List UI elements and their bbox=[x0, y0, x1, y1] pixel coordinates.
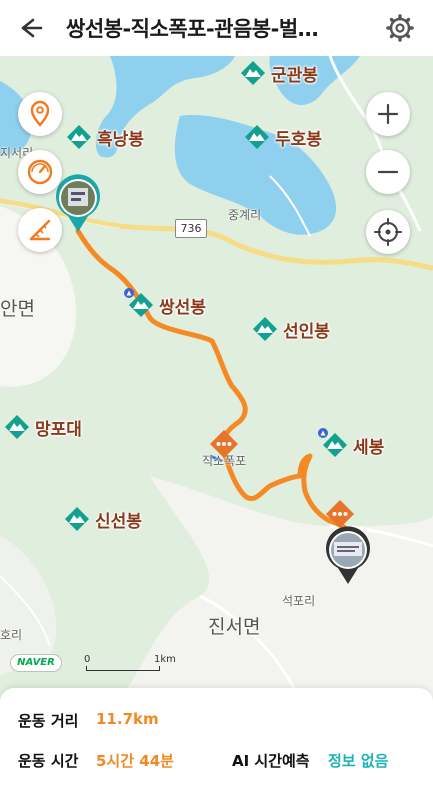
location-button[interactable] bbox=[18, 92, 62, 136]
zoom-in-button[interactable] bbox=[366, 92, 410, 136]
peak-name: 군관봉 bbox=[271, 65, 318, 86]
speedometer-icon bbox=[27, 159, 53, 185]
distance-row: 운동 거리 11.7km bbox=[18, 710, 159, 731]
mountain-icon bbox=[5, 415, 29, 439]
peak-ssangseonbong[interactable]: 쌍선봉 bbox=[128, 292, 206, 318]
mountain-icon bbox=[253, 317, 277, 341]
plus-icon bbox=[377, 103, 399, 125]
waypoint-marker[interactable] bbox=[208, 428, 240, 460]
minus-icon bbox=[377, 170, 399, 174]
naver-logo: NAVER bbox=[10, 654, 62, 672]
peak-sebong[interactable]: 세봉 bbox=[322, 432, 384, 458]
photo-pin-end[interactable] bbox=[322, 524, 374, 586]
distance-label: 운동 거리 bbox=[18, 712, 79, 730]
peak-name: 흑낭봉 bbox=[97, 129, 144, 150]
time-value: 5시간 44분 bbox=[96, 752, 174, 770]
mountain-icon bbox=[65, 507, 89, 531]
header-bar: 쌍선봉-직소폭포-관음봉-벌… bbox=[0, 0, 433, 56]
peak-name: 두호봉 bbox=[275, 129, 322, 150]
stats-panel: 운동 거리 11.7km 운동 시간 5시간 44분 AI 시간예측 정보 없음 bbox=[0, 688, 433, 790]
mountain-icon bbox=[67, 125, 91, 149]
distance-value: 11.7km bbox=[96, 710, 159, 728]
time-row: 운동 시간 5시간 44분 AI 시간예측 정보 없음 bbox=[18, 750, 388, 771]
scale-zero: 0 bbox=[84, 654, 91, 665]
time-label: 운동 시간 bbox=[18, 752, 79, 770]
gear-icon[interactable] bbox=[384, 12, 416, 44]
ai-value: 정보 없음 bbox=[328, 752, 389, 770]
campsite-icon bbox=[124, 288, 134, 298]
my-location-button[interactable] bbox=[366, 210, 410, 254]
zoom-out-button[interactable] bbox=[366, 150, 410, 194]
ruler-icon bbox=[29, 219, 51, 241]
location-pin-icon bbox=[30, 100, 50, 127]
area-label-left: 안면 bbox=[0, 298, 35, 320]
peak-heuknangbong[interactable]: 흑낭봉 bbox=[66, 124, 144, 150]
mountain-icon bbox=[241, 61, 265, 85]
peak-seoninbong[interactable]: 선인봉 bbox=[252, 316, 330, 342]
peak-sinseonbong[interactable]: 신선봉 bbox=[64, 506, 142, 532]
peak-mangpodae[interactable]: 망포대 bbox=[4, 414, 82, 440]
ai-label: AI 시간예측 bbox=[232, 752, 310, 770]
peak-name: 선인봉 bbox=[283, 321, 330, 342]
peak-name: 망포대 bbox=[35, 419, 82, 440]
place-label-seokpori: 석포리 bbox=[282, 594, 316, 608]
campsite-icon bbox=[318, 428, 328, 438]
place-label-jungyeri: 중계리 bbox=[228, 208, 262, 222]
peak-name: 신선봉 bbox=[95, 511, 142, 532]
mountain-icon bbox=[245, 125, 269, 149]
crosshair-icon bbox=[374, 218, 402, 246]
peak-name: 쌍선봉 bbox=[159, 297, 206, 318]
scale-one: 1km bbox=[154, 654, 176, 665]
place-label-hori: 호리 bbox=[0, 628, 23, 642]
area-label-jinseo: 진서면 bbox=[208, 616, 261, 638]
map-view[interactable]: 736 중계리 지서리 석포리 호리 직소폭포 진서면 안면 군관봉 흑낭봉 두… bbox=[0, 56, 433, 700]
speed-button[interactable] bbox=[18, 150, 62, 194]
arrow-left-icon[interactable] bbox=[14, 12, 48, 44]
page-title: 쌍선봉-직소폭포-관음봉-벌… bbox=[66, 17, 319, 41]
distance-button[interactable] bbox=[18, 208, 62, 252]
scale-bar: 0 1km bbox=[84, 654, 184, 676]
road-number-badge: 736 bbox=[175, 219, 207, 238]
peak-gungwanbong[interactable]: 군관봉 bbox=[240, 60, 318, 86]
peak-duhobong[interactable]: 두호봉 bbox=[244, 124, 322, 150]
peak-name: 세봉 bbox=[353, 437, 385, 458]
